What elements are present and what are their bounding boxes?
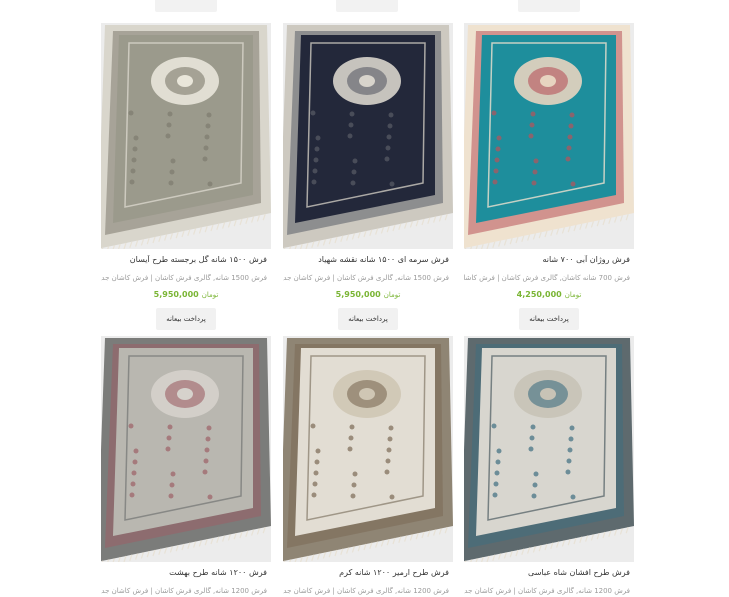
product-price: 5,950,000 تومان [101,290,271,301]
prev-row-buy-button[interactable] [155,0,217,12]
product-categories[interactable]: فرش 1500 شانه, گالری فرش کاشان | فرش کاش… [283,274,453,284]
product-card[interactable]: فرش ۱۵۰۰ شانه گل برجسته طرح آیسان فرش 15… [101,23,271,330]
product-card[interactable]: فرش طرح ارمیر ۱۲۰۰ شانه کرم فرش 1200 شان… [283,336,453,597]
product-card[interactable]: فرش طرح افشان شاه عباسی فرش 1200 شانه, گ… [464,336,634,597]
product-card[interactable]: فرش روژان آبی ۷۰۰ شانه فرش 700 شانه کاشا… [464,23,634,330]
product-categories[interactable]: فرش 1500 شانه, گالری فرش کاشان | فرش کاش… [101,274,271,284]
product-image[interactable] [101,336,271,562]
product-title[interactable]: فرش طرح ارمیر ۱۲۰۰ شانه کرم [283,568,453,579]
price-amount: 5,950,000 [335,290,381,299]
product-image[interactable] [101,23,271,249]
product-card[interactable]: فرش سرمه ای ۱۵۰۰ شانه نقشه شهیاد فرش 150… [283,23,453,330]
price-amount: 5,950,000 [153,290,199,299]
price-currency: تومان [383,291,401,299]
product-title[interactable]: فرش سرمه ای ۱۵۰۰ شانه نقشه شهیاد [283,255,453,266]
pay-deposit-button[interactable]: پرداخت بیعانه [156,308,216,330]
product-categories[interactable]: فرش 700 شانه کاشان, گالری فرش کاشان | فر… [464,274,634,284]
prev-row-buy-button[interactable] [518,0,580,12]
product-title[interactable]: فرش ۱۲۰۰ شانه طرح بهشت [101,568,271,579]
product-price: 4,250,000 تومان [464,290,634,301]
product-image[interactable] [283,336,453,562]
price-currency: تومان [201,291,219,299]
pay-deposit-button[interactable]: پرداخت بیعانه [519,308,579,330]
pay-deposit-button[interactable]: پرداخت بیعانه [338,308,398,330]
product-title[interactable]: فرش طرح افشان شاه عباسی [464,568,634,579]
product-title[interactable]: فرش روژان آبی ۷۰۰ شانه [464,255,634,266]
product-image[interactable] [464,336,634,562]
price-amount: 4,250,000 [516,290,562,299]
product-title[interactable]: فرش ۱۵۰۰ شانه گل برجسته طرح آیسان [101,255,271,266]
prev-row-buy-button[interactable] [336,0,398,12]
product-price: 5,950,000 تومان [283,290,453,301]
product-image[interactable] [464,23,634,249]
product-card[interactable]: فرش ۱۲۰۰ شانه طرح بهشت فرش 1200 شانه, گا… [101,336,271,597]
product-image[interactable] [283,23,453,249]
price-currency: تومان [564,291,582,299]
